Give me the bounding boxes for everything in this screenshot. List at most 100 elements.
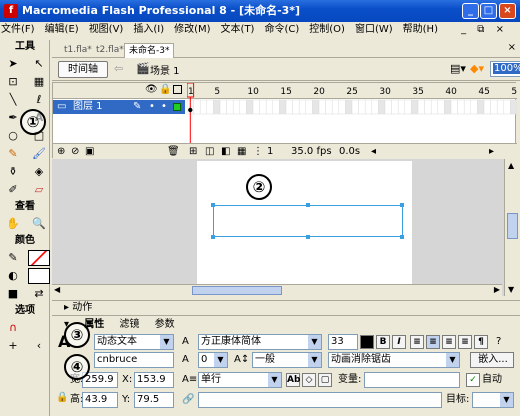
- anti-alias-select[interactable]: 动画消除锯齿 ▼: [328, 352, 460, 368]
- eyedropper-icon[interactable]: ✐: [2, 182, 24, 198]
- layer-row[interactable]: ▭ 图层 1 ✎ • •: [53, 100, 185, 114]
- justify-icon[interactable]: ≡: [458, 335, 472, 349]
- chevron-down-icon[interactable]: ▼: [500, 393, 513, 407]
- menu-control[interactable]: 控制(O): [308, 22, 346, 38]
- hand-tool-icon[interactable]: ✋: [2, 216, 24, 232]
- frame-cell[interactable]: [345, 99, 353, 115]
- frame-cell[interactable]: [298, 99, 307, 115]
- help-icon[interactable]: ?: [496, 334, 501, 350]
- frame-cell[interactable]: [483, 99, 491, 115]
- embed-button[interactable]: 嵌入...: [470, 352, 514, 368]
- frame-cell[interactable]: [305, 99, 313, 115]
- url-link-field[interactable]: [198, 392, 442, 408]
- frame-cell[interactable]: [437, 99, 445, 115]
- brush-tool-icon[interactable]: 🖌: [28, 146, 50, 162]
- subselect-tool-icon[interactable]: ↖: [28, 56, 50, 72]
- visibility-dot[interactable]: •: [149, 100, 155, 114]
- frame-grid-svg[interactable]: 15101520253035404550: [186, 82, 520, 143]
- straighten-option-icon[interactable]: ‹: [28, 338, 50, 354]
- doc-window-controls[interactable]: _ ⧉ ×: [461, 22, 508, 38]
- frame-cell[interactable]: [193, 99, 201, 115]
- snap-magnet-icon[interactable]: ∩: [2, 320, 24, 336]
- stroke-swatch[interactable]: [28, 250, 50, 266]
- layer-outline-square[interactable]: [173, 103, 181, 111]
- tab-t1[interactable]: t1.fla*: [60, 43, 96, 58]
- frame-cell[interactable]: [364, 99, 373, 115]
- frame-cell[interactable]: [450, 99, 458, 115]
- frame-cell[interactable]: [272, 99, 280, 115]
- frame-cell[interactable]: [239, 99, 247, 115]
- paint-bucket-icon[interactable]: ◈: [28, 164, 50, 180]
- frame-cell[interactable]: [312, 99, 320, 115]
- onion-skin-icon[interactable]: ◫: [205, 144, 214, 160]
- free-transform-icon[interactable]: ⊡: [2, 74, 24, 90]
- chevron-down-icon[interactable]: ▼: [308, 353, 321, 367]
- tab-parameters[interactable]: 参数: [155, 319, 175, 330]
- onion-outline-icon[interactable]: ◧: [221, 144, 230, 160]
- pencil-tool-icon[interactable]: ✎: [2, 146, 24, 162]
- timeline-toggle-button[interactable]: 时间轴: [58, 61, 108, 78]
- frame-cell[interactable]: [285, 99, 293, 115]
- keyframe-dot[interactable]: [188, 107, 193, 113]
- default-colors-icon[interactable]: ■: [2, 286, 24, 302]
- frame-grid[interactable]: 15101520253035404550: [186, 82, 520, 143]
- baseline-select[interactable]: 一般 ▼: [252, 352, 322, 368]
- scroll-up-icon[interactable]: ▲: [508, 161, 514, 170]
- lock-dot[interactable]: •: [161, 100, 167, 114]
- tab-filters[interactable]: 滤镜: [119, 319, 139, 330]
- onion-markers-icon[interactable]: ⋮: [253, 144, 263, 160]
- outline-icon[interactable]: [173, 85, 182, 94]
- frame-cell[interactable]: [444, 99, 452, 115]
- chevron-down-icon[interactable]: ▼: [160, 335, 173, 349]
- edit-multiple-icon[interactable]: ▦: [237, 144, 246, 160]
- zoom-tool-icon[interactable]: 🔍: [28, 216, 50, 232]
- frame-cell[interactable]: [318, 99, 326, 115]
- frame-cell[interactable]: [213, 99, 221, 115]
- letter-spacing-field[interactable]: 0 ▼: [198, 352, 228, 368]
- font-size-field[interactable]: 33: [328, 334, 358, 350]
- fill-color-icon[interactable]: ◐: [2, 268, 24, 284]
- menu-view[interactable]: 视图(V): [88, 22, 125, 38]
- frame-cell[interactable]: [331, 99, 340, 115]
- frame-cell[interactable]: [259, 99, 267, 115]
- oval-tool-icon[interactable]: ○: [2, 128, 24, 144]
- insert-layer-icon[interactable]: ⊕: [57, 144, 65, 160]
- frame-cell[interactable]: [292, 99, 300, 115]
- smooth-option-icon[interactable]: +: [2, 338, 24, 354]
- menu-commands[interactable]: 命令(C): [263, 22, 300, 38]
- font-select[interactable]: 方正康体简体 ▼: [198, 334, 322, 350]
- frame-cell[interactable]: [226, 99, 234, 115]
- frame-cell[interactable]: [417, 99, 425, 115]
- frame-cell[interactable]: [411, 99, 419, 115]
- handle-tl[interactable]: [211, 203, 215, 207]
- tab-untitled-3[interactable]: 未命名-3*: [124, 43, 175, 58]
- close-button[interactable]: ×: [499, 3, 516, 19]
- panel-close-icon[interactable]: ×: [508, 42, 516, 53]
- actions-panel-bar[interactable]: ▸ 动作: [52, 300, 520, 316]
- menu-modify[interactable]: 修改(M): [173, 22, 211, 38]
- swap-colors-icon[interactable]: ⇄: [28, 286, 50, 302]
- handle-br[interactable]: [400, 235, 404, 239]
- frame-cell[interactable]: [463, 99, 472, 115]
- frame-cell[interactable]: [404, 99, 412, 115]
- frame-cell[interactable]: [496, 99, 505, 115]
- handle-tr[interactable]: [400, 203, 404, 207]
- frame-cell[interactable]: [378, 99, 386, 115]
- frame-cell[interactable]: [490, 99, 498, 115]
- frame-cell[interactable]: [470, 99, 478, 115]
- menu-window[interactable]: 窗口(W): [354, 22, 394, 38]
- align-right-icon[interactable]: ≡: [442, 335, 456, 349]
- text-type-select[interactable]: 动态文本 ▼: [94, 334, 174, 350]
- handle-bm[interactable]: [306, 235, 310, 239]
- scroll-right-arrow-icon[interactable]: ▶: [494, 285, 500, 294]
- chevron-down-icon[interactable]: ▼: [446, 353, 459, 367]
- scroll-left-icon[interactable]: ◂: [371, 144, 376, 160]
- frame-cell[interactable]: [252, 99, 260, 115]
- selectable-icon[interactable]: Ab: [286, 373, 300, 387]
- edit-scene-icon[interactable]: ▤▾: [450, 62, 466, 75]
- variable-field[interactable]: [364, 372, 460, 388]
- frame-cell[interactable]: [219, 99, 227, 115]
- frame-cell[interactable]: [371, 99, 379, 115]
- ink-bottle-icon[interactable]: ⚱: [2, 164, 24, 180]
- frame-cell[interactable]: [206, 99, 214, 115]
